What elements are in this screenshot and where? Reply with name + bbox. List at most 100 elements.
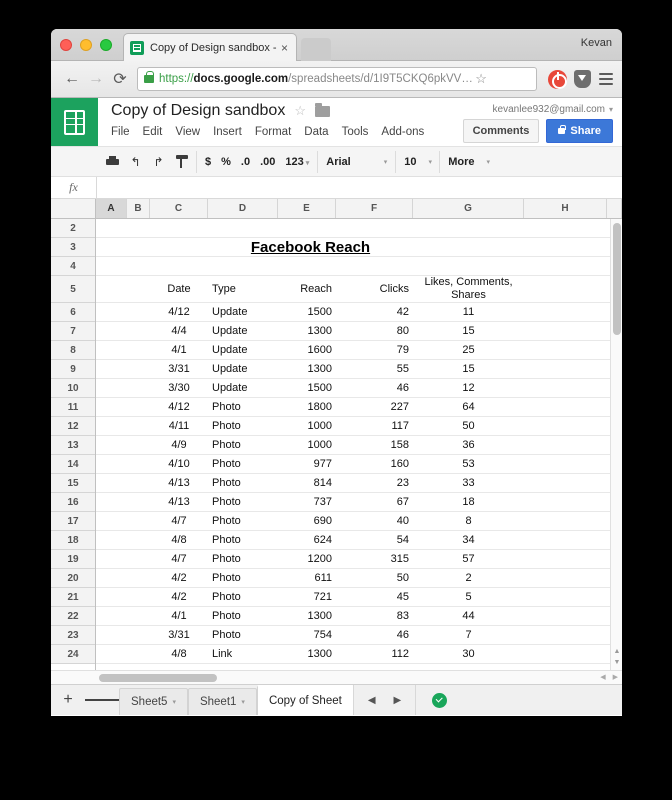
- cell-reach[interactable]: 1500: [278, 379, 336, 397]
- all-sheets-icon[interactable]: [85, 685, 119, 715]
- cell-reach[interactable]: 1000: [278, 417, 336, 435]
- cell-empty[interactable]: [127, 645, 150, 663]
- horizontal-scrollbar[interactable]: ◀ ▶: [51, 670, 622, 684]
- cell-date[interactable]: 4/13: [150, 474, 208, 492]
- cell-engagement[interactable]: 2: [413, 569, 524, 587]
- cell-empty[interactable]: [127, 417, 150, 435]
- cell-date[interactable]: 4/11: [150, 417, 208, 435]
- column-header-d[interactable]: D: [208, 199, 278, 218]
- select-all-corner[interactable]: [51, 199, 96, 218]
- row-header-23[interactable]: 23: [51, 626, 95, 645]
- cell-type[interactable]: Photo: [208, 417, 278, 435]
- cell-reach[interactable]: 611: [278, 569, 336, 587]
- cell-engagement[interactable]: 36: [413, 436, 524, 454]
- cell-date[interactable]: 4/8: [150, 531, 208, 549]
- cell-clicks[interactable]: 67: [336, 493, 413, 511]
- cell-date[interactable]: 3/31: [150, 360, 208, 378]
- column-header-a[interactable]: A: [96, 199, 127, 218]
- cell-empty[interactable]: [127, 550, 150, 568]
- pocket-extension-icon[interactable]: [574, 70, 591, 88]
- cell-type[interactable]: Photo: [208, 607, 278, 625]
- chevron-down-icon[interactable]: ▾: [241, 698, 245, 706]
- add-sheet-button[interactable]: +: [51, 685, 85, 715]
- browser-menu-icon[interactable]: [599, 70, 613, 88]
- row-header-10[interactable]: 10: [51, 379, 95, 398]
- chevron-down-icon[interactable]: ▾: [609, 105, 613, 114]
- row-header-19[interactable]: 19: [51, 550, 95, 569]
- cell-engagement[interactable]: 25: [413, 341, 524, 359]
- address-bar[interactable]: https://docs.google.com/spreadsheets/d/1…: [137, 67, 537, 91]
- cell-empty[interactable]: [127, 398, 150, 416]
- cell-empty[interactable]: [127, 493, 150, 511]
- undo-icon[interactable]: ↰: [129, 152, 142, 172]
- cell-engagement[interactable]: 30: [413, 645, 524, 663]
- minimize-window-button[interactable]: [80, 39, 92, 51]
- bookmark-star-icon[interactable]: ☆: [473, 71, 487, 87]
- close-window-button[interactable]: [60, 39, 72, 51]
- cell-empty[interactable]: [96, 303, 127, 321]
- row-header-15[interactable]: 15: [51, 474, 95, 493]
- cell-clicks[interactable]: 55: [336, 360, 413, 378]
- cell-type[interactable]: Photo: [208, 474, 278, 492]
- print-icon[interactable]: [106, 152, 119, 172]
- row-header-20[interactable]: 20: [51, 569, 95, 588]
- cell-clicks[interactable]: 45: [336, 588, 413, 606]
- redo-icon[interactable]: ↱: [152, 152, 165, 172]
- cell-empty[interactable]: [96, 493, 127, 511]
- cell-engagement[interactable]: 15: [413, 322, 524, 340]
- cell-date[interactable]: 4/2: [150, 569, 208, 587]
- row-header-9[interactable]: 9: [51, 360, 95, 379]
- cell-date[interactable]: 4/8: [150, 645, 208, 663]
- cell-engagement[interactable]: 7: [413, 626, 524, 644]
- row-header-17[interactable]: 17: [51, 512, 95, 531]
- cell-type[interactable]: Link: [208, 645, 278, 663]
- reload-icon[interactable]: ⟳: [108, 67, 132, 91]
- cell-empty[interactable]: [96, 455, 127, 473]
- percent-format-button[interactable]: %: [221, 156, 231, 168]
- decrease-decimal-button[interactable]: .0: [241, 156, 250, 168]
- menu-view[interactable]: View: [175, 126, 200, 138]
- cell-empty[interactable]: [127, 303, 150, 321]
- cell-empty[interactable]: [96, 588, 127, 606]
- cell-reach[interactable]: 1300: [278, 607, 336, 625]
- cell-reach[interactable]: 721: [278, 588, 336, 606]
- sheet-tab-copy-of-sheet[interactable]: Copy of Sheet: [256, 685, 354, 715]
- page-title[interactable]: Copy of Design sandbox: [111, 102, 285, 120]
- cell-type[interactable]: Update: [208, 341, 278, 359]
- row-header-16[interactable]: 16: [51, 493, 95, 512]
- cell-empty[interactable]: [96, 626, 127, 644]
- cell-reach[interactable]: 1300: [278, 360, 336, 378]
- menu-data[interactable]: Data: [304, 126, 328, 138]
- cell-clicks[interactable]: 83: [336, 607, 413, 625]
- cell-engagement[interactable]: 34: [413, 531, 524, 549]
- profile-name[interactable]: Kevan: [581, 37, 612, 49]
- cell-date[interactable]: 4/10: [150, 455, 208, 473]
- sheet-tab-sheet5[interactable]: Sheet5 ▾: [119, 688, 188, 715]
- cell-empty[interactable]: [96, 531, 127, 549]
- cell-empty[interactable]: [127, 607, 150, 625]
- cell-reach[interactable]: 754: [278, 626, 336, 644]
- cell-clicks[interactable]: 40: [336, 512, 413, 530]
- row-header-7[interactable]: 7: [51, 322, 95, 341]
- cell-clicks[interactable]: 46: [336, 626, 413, 644]
- cell-type[interactable]: Update: [208, 360, 278, 378]
- share-button[interactable]: Share: [546, 119, 613, 143]
- menu-addons[interactable]: Add-ons: [381, 126, 424, 138]
- account-area[interactable]: kevanlee932@gmail.com ▾: [493, 104, 613, 115]
- cell-reach[interactable]: 690: [278, 512, 336, 530]
- cell-empty[interactable]: [96, 341, 127, 359]
- menu-edit[interactable]: Edit: [143, 126, 163, 138]
- row-header-8[interactable]: 8: [51, 341, 95, 360]
- cell-empty[interactable]: [96, 360, 127, 378]
- cell-clicks[interactable]: 80: [336, 322, 413, 340]
- sheet-title-cell[interactable]: Facebook Reach: [208, 238, 413, 256]
- cell-type[interactable]: Photo: [208, 626, 278, 644]
- cell-engagement[interactable]: 53: [413, 455, 524, 473]
- cell-empty[interactable]: [96, 512, 127, 530]
- number-format-button[interactable]: 123 ▾: [285, 156, 309, 168]
- maximize-window-button[interactable]: [100, 39, 112, 51]
- row-header-24[interactable]: 24: [51, 645, 95, 664]
- more-menu-button[interactable]: More ▾: [440, 151, 498, 173]
- column-header-i[interactable]: [607, 199, 622, 218]
- cell-engagement[interactable]: 12: [413, 379, 524, 397]
